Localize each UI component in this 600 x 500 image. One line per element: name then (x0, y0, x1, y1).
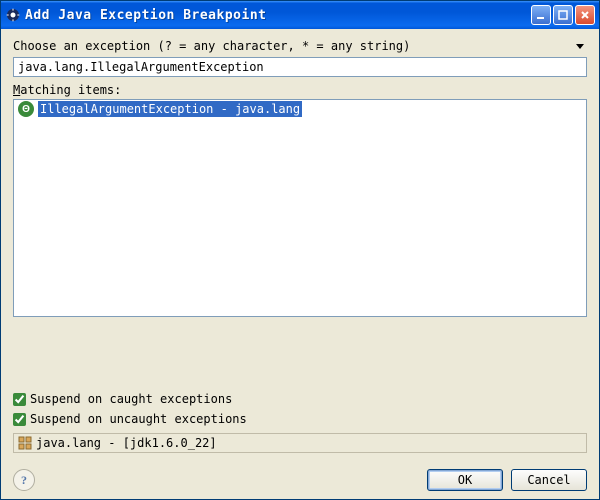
minimize-button[interactable] (531, 5, 551, 25)
window-title: Add Java Exception Breakpoint (25, 8, 531, 23)
cancel-button[interactable]: Cancel (511, 469, 587, 491)
checkbox-input[interactable] (13, 413, 26, 426)
status-text: java.lang - [jdk1.6.0_22] (36, 436, 217, 450)
checkbox-input[interactable] (13, 393, 26, 406)
maximize-button[interactable] (553, 5, 573, 25)
app-icon (5, 7, 21, 23)
ok-button[interactable]: OK (427, 469, 503, 491)
checkbox-label: Suspend on caught exceptions (30, 392, 232, 406)
titlebar[interactable]: Add Java Exception Breakpoint (1, 1, 599, 29)
button-bar: ? OK Cancel (13, 469, 587, 491)
dropdown-menu-icon[interactable] (573, 39, 587, 53)
help-button[interactable]: ? (13, 469, 35, 491)
options-group: Suspend on caught exceptions Suspend on … (13, 389, 587, 429)
class-icon: Θ (18, 101, 34, 117)
matching-items-list[interactable]: Θ IllegalArgumentException - java.lang (13, 99, 587, 317)
dialog-content: Choose an exception (? = any character, … (1, 29, 599, 499)
exception-search-input[interactable] (13, 57, 587, 77)
dialog-window: Add Java Exception Breakpoint Choose an … (0, 0, 600, 500)
status-bar: java.lang - [jdk1.6.0_22] (13, 433, 587, 453)
checkbox-label: Suspend on uncaught exceptions (30, 412, 247, 426)
list-item[interactable]: Θ IllegalArgumentException - java.lang (14, 100, 586, 118)
close-button[interactable] (575, 5, 595, 25)
package-icon (18, 436, 32, 450)
suspend-caught-checkbox[interactable]: Suspend on caught exceptions (13, 389, 587, 409)
prompt-label: Choose an exception (? = any character, … (13, 39, 573, 53)
matching-items-label: Matching items: (13, 83, 587, 97)
suspend-uncaught-checkbox[interactable]: Suspend on uncaught exceptions (13, 409, 587, 429)
list-item-label: IllegalArgumentException - java.lang (38, 101, 302, 117)
window-controls (531, 5, 595, 25)
